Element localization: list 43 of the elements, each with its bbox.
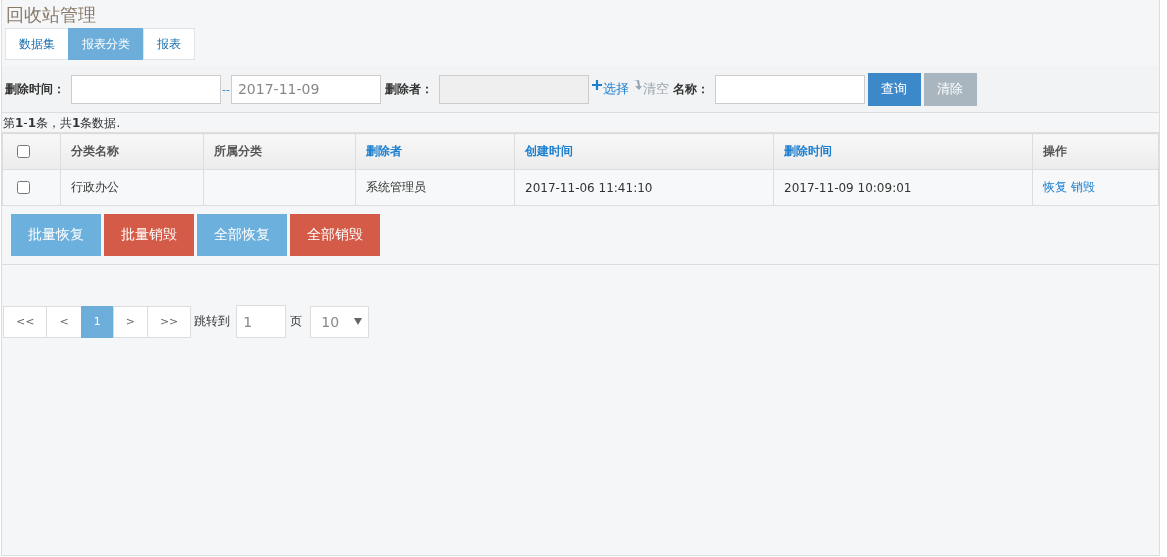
table-cell: 行政办公 — [71, 180, 119, 194]
bulk-action-button[interactable]: 全部销毁 — [290, 214, 380, 256]
select-link[interactable]: 选择 — [591, 80, 629, 98]
select-all-checkbox[interactable] — [17, 145, 30, 158]
page-button[interactable]: < — [46, 305, 82, 338]
range-separator: -- — [222, 82, 230, 96]
filter-button[interactable]: 查询 — [867, 72, 921, 106]
page-button[interactable]: > — [112, 305, 148, 338]
table-cell: 2017-11-06 11:41:10 — [525, 180, 653, 195]
plus-icon — [591, 80, 602, 90]
column-header: 所属分类 — [214, 144, 262, 158]
page-button[interactable]: 1 — [80, 305, 114, 338]
bulk-action-button[interactable]: 批量销毁 — [104, 214, 194, 256]
date-from-field[interactable] — [71, 74, 221, 104]
date-to-field[interactable]: 2017-11-09 — [230, 74, 381, 104]
table-cell: 系统管理员 — [366, 180, 426, 194]
page-size-select[interactable]: 10 — [310, 305, 370, 338]
tab[interactable]: 数据集 — [5, 28, 69, 60]
record-summary: 第1-1条，共1条数据. — [2, 115, 122, 132]
name-field[interactable] — [714, 74, 865, 104]
column-header: 操作 — [1043, 144, 1067, 158]
column-header[interactable]: 删除时间 — [784, 144, 832, 158]
page-number-field[interactable]: 1 — [236, 305, 287, 338]
row-action-link[interactable]: 恢复 — [1043, 180, 1067, 194]
bulk-action-button[interactable]: 批量恢复 — [11, 214, 101, 256]
row-checkbox[interactable] — [17, 181, 30, 194]
page-title: 回收站管理 — [5, 4, 97, 27]
column-header[interactable]: 创建时间 — [525, 144, 573, 158]
table-cell: 2017-11-09 10:09:01 — [784, 180, 912, 195]
page-button[interactable]: << — [3, 305, 48, 338]
page-unit-label: 页 — [290, 313, 303, 330]
dropdown-caret-icon — [354, 318, 363, 325]
tab[interactable]: 报表 — [143, 28, 195, 60]
page-button[interactable]: >> — [146, 305, 192, 338]
jump-label: 跳转到 — [194, 313, 231, 330]
column-header: 分类名称 — [71, 144, 119, 158]
bulk-action-button[interactable]: 全部恢复 — [197, 214, 287, 256]
column-header[interactable]: 删除者 — [366, 144, 402, 158]
row-action-link[interactable]: 销毁 — [1071, 180, 1095, 194]
deleted-by-label: 删除者： — [384, 80, 433, 98]
delete-time-label: 删除时间： — [5, 80, 65, 98]
name-label: 名称： — [672, 80, 709, 98]
tab[interactable]: 报表分类 — [68, 28, 144, 60]
